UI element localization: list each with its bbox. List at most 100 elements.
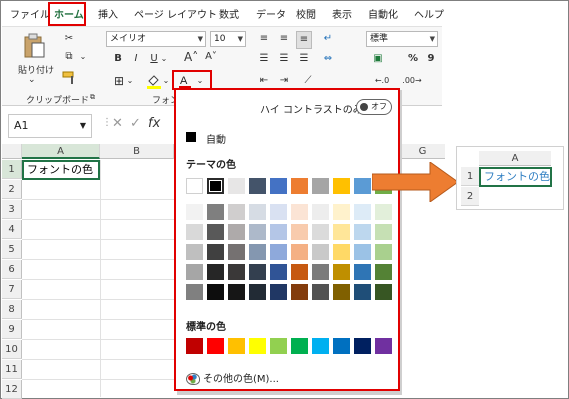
underline-button[interactable]: U [148,51,160,67]
standard-color-swatch[interactable] [186,338,203,354]
orientation-icon[interactable]: ⟋ [300,73,316,89]
theme-shade-swatch[interactable] [186,264,203,280]
tab-automate[interactable]: 自動化 [368,6,398,21]
theme-shade-swatch[interactable] [270,224,287,240]
row-header[interactable]: 5 [2,240,22,259]
theme-shade-swatch[interactable] [375,244,392,260]
insert-function-icon[interactable]: fx [148,116,160,131]
decrease-indent-icon[interactable]: ⇤ [256,73,272,89]
tab-formulas[interactable]: 数式 [219,6,239,21]
theme-shade-swatch[interactable] [375,204,392,220]
accounting-format-icon[interactable]: ▣ [368,51,388,67]
theme-color-swatch[interactable] [228,178,245,194]
enter-icon[interactable]: ✓ [130,116,141,131]
decrease-decimal-icon[interactable]: .00→ [400,73,424,89]
theme-shade-swatch[interactable] [291,204,308,220]
copy-dropdown-icon[interactable]: ⌄ [78,49,88,65]
cell-a1[interactable]: フォントの色 [22,160,100,180]
theme-shade-swatch[interactable] [354,284,371,300]
theme-shade-swatch[interactable] [312,284,329,300]
theme-shade-swatch[interactable] [291,224,308,240]
theme-shade-swatch[interactable] [312,264,329,280]
theme-shade-swatch[interactable] [270,284,287,300]
decrease-font-icon[interactable]: A˅ [204,49,218,65]
automatic-color-label[interactable]: 自動 [206,131,226,146]
paste-dropdown-icon[interactable]: ⌄ [28,75,36,85]
theme-shade-swatch[interactable] [249,224,266,240]
automatic-color-swatch[interactable] [186,132,196,142]
tab-data[interactable]: データ [256,6,286,21]
theme-shade-swatch[interactable] [270,264,287,280]
standard-color-swatch[interactable] [228,338,245,354]
row-header[interactable]: 4 [2,220,22,239]
tab-view[interactable]: 表示 [332,6,352,21]
merge-center-icon[interactable]: ⇔ [320,51,336,67]
align-middle-icon[interactable]: ≡ [276,31,292,47]
theme-shade-swatch[interactable] [228,204,245,220]
row-header[interactable]: 2 [2,180,22,199]
wrap-text-icon[interactable]: ↵ [320,31,336,47]
theme-shade-swatch[interactable] [207,264,224,280]
theme-shade-swatch[interactable] [312,244,329,260]
align-center-icon[interactable]: ☰ [276,51,292,67]
align-bottom-icon[interactable]: ≡ [296,31,312,49]
theme-shade-swatch[interactable] [186,204,203,220]
clipboard-launcher-icon[interactable]: ⧉ [90,93,95,102]
theme-shade-swatch[interactable] [249,264,266,280]
increase-decimal-icon[interactable]: ←.0 [370,73,394,89]
theme-shade-swatch[interactable] [291,284,308,300]
align-top-icon[interactable]: ≡ [256,31,272,47]
theme-shade-swatch[interactable] [375,284,392,300]
row-header[interactable]: 7 [2,280,22,299]
theme-shade-swatch[interactable] [228,284,245,300]
standard-color-swatch[interactable] [312,338,329,354]
underline-dropdown-icon[interactable]: ⌄ [160,51,168,67]
theme-shade-swatch[interactable] [207,224,224,240]
font-size-dropdown[interactable]: 10 ▼ [210,31,246,47]
theme-shade-swatch[interactable] [207,244,224,260]
row-header[interactable]: 1 [2,160,22,179]
theme-shade-swatch[interactable] [375,224,392,240]
tab-file[interactable]: ファイル [10,6,50,21]
theme-color-swatch[interactable] [270,178,287,194]
theme-color-swatch[interactable] [207,178,224,194]
standard-color-swatch[interactable] [249,338,266,354]
theme-shade-swatch[interactable] [312,224,329,240]
theme-shade-swatch[interactable] [249,284,266,300]
theme-shade-swatch[interactable] [333,204,350,220]
theme-shade-swatch[interactable] [354,204,371,220]
theme-shade-swatch[interactable] [228,244,245,260]
bold-button[interactable]: B [112,51,124,67]
column-header-g[interactable]: G [400,144,445,159]
borders-dropdown-icon[interactable]: ⌄ [126,73,134,89]
row-header[interactable]: 12 [2,380,22,399]
select-all-corner[interactable] [2,144,22,159]
theme-color-swatch[interactable] [333,178,350,194]
theme-color-swatch[interactable] [312,178,329,194]
theme-shade-swatch[interactable] [186,224,203,240]
standard-color-swatch[interactable] [270,338,287,354]
tab-review[interactable]: 校閲 [296,6,316,21]
standard-color-swatch[interactable] [354,338,371,354]
row-header[interactable]: 9 [2,320,22,339]
row-header[interactable]: 10 [2,340,22,359]
theme-color-swatch[interactable] [354,178,371,194]
italic-button[interactable]: I [130,51,142,67]
percent-style-button[interactable]: % [406,51,420,67]
theme-shade-swatch[interactable] [249,244,266,260]
theme-shade-swatch[interactable] [207,204,224,220]
theme-shade-swatch[interactable] [333,284,350,300]
row-header[interactable]: 8 [2,300,22,319]
theme-shade-swatch[interactable] [207,284,224,300]
row-header[interactable]: 3 [2,200,22,219]
comma-style-button[interactable]: 9 [424,51,438,67]
standard-color-swatch[interactable] [207,338,224,354]
tab-insert[interactable]: 挿入 [98,6,118,21]
theme-color-swatch[interactable] [186,178,203,194]
more-colors-button[interactable]: その他の色(M)... [186,370,279,385]
fill-color-dropdown-icon[interactable]: ⌄ [162,73,170,89]
theme-shade-swatch[interactable] [354,244,371,260]
standard-color-swatch[interactable] [375,338,392,354]
standard-color-swatch[interactable] [333,338,350,354]
paste-label[interactable]: 貼り付け [18,63,54,76]
